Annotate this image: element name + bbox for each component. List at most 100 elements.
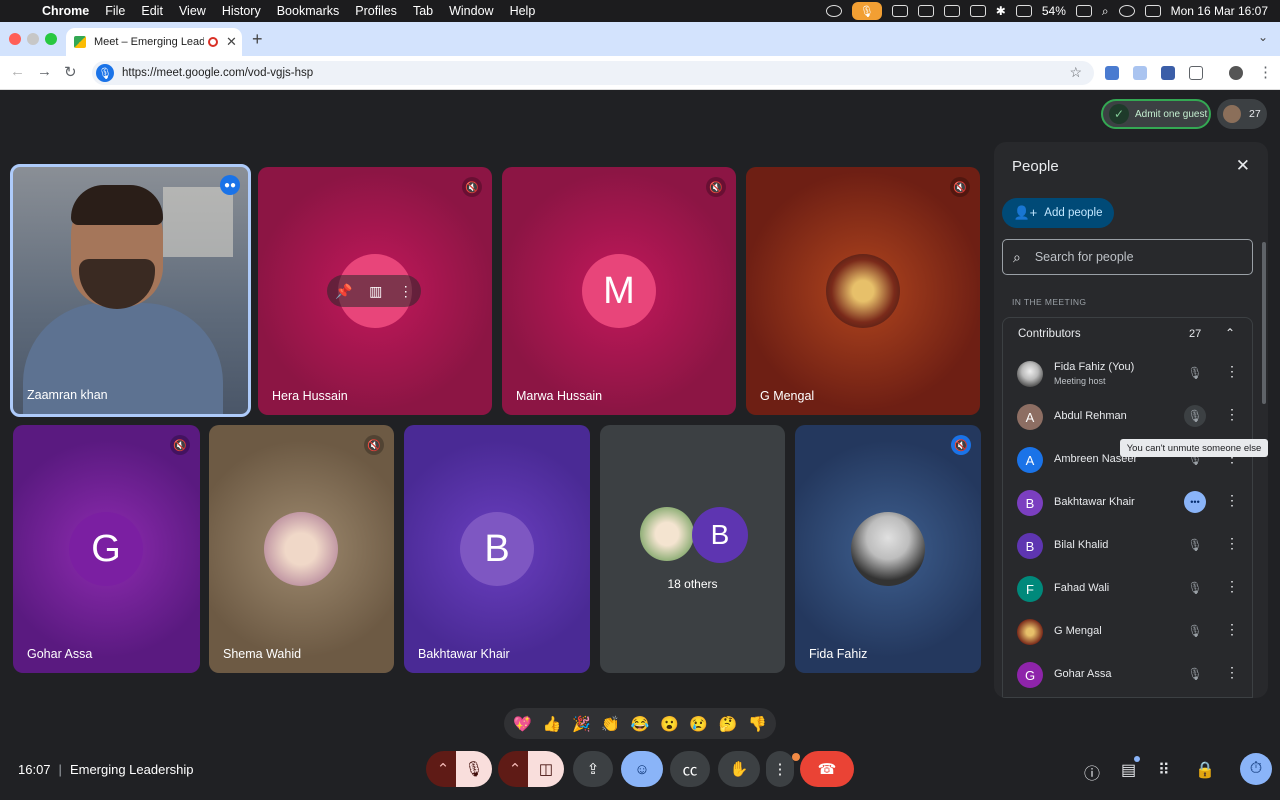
mic-in-use-icon[interactable]: 🎙 (851, 2, 882, 20)
mic-off-button[interactable]: 🎙 (456, 751, 492, 787)
timer-icon[interactable]: ⏱ (1240, 753, 1272, 785)
extension-icon-2[interactable] (1133, 66, 1147, 80)
video-tile-gohar[interactable]: G 🔇 Gohar Assa (13, 425, 200, 673)
url-text[interactable]: https://meet.google.com/vod-vgjs-hsp (122, 67, 313, 79)
mic-off-icon[interactable]: 🎙 (1184, 362, 1206, 384)
status-extra-icon[interactable] (891, 5, 908, 17)
browser-tab-meet[interactable]: Meet – Emerging Leaders ✕ (66, 28, 242, 56)
menu-history[interactable]: History (222, 4, 261, 18)
reaction-surprised[interactable]: 😮 (660, 715, 679, 733)
reaction-clap[interactable]: 👏 (601, 715, 620, 733)
video-tile-bakhtawar[interactable]: B Bakhtawar Khair (404, 425, 590, 673)
extension-icon-1[interactable] (1105, 66, 1119, 80)
reaction-sad[interactable]: 😢 (689, 715, 708, 733)
more-options-icon[interactable]: ⋮ (1225, 492, 1239, 509)
more-options-icon[interactable]: ⋮ (1225, 363, 1239, 380)
more-options-button[interactable]: ⋮ (766, 751, 794, 787)
window-minimize-button[interactable] (27, 33, 39, 45)
bluetooth-icon[interactable]: ✱ (996, 4, 1006, 18)
video-tile-shema[interactable]: 🔇 Shema Wahid (209, 425, 394, 673)
camera-off-button[interactable]: ◫ (528, 751, 564, 787)
reload-icon[interactable]: ↻ (64, 63, 77, 81)
reaction-heart[interactable]: 💖 (513, 715, 532, 733)
host-controls-icon[interactable]: 🔒 (1195, 760, 1215, 780)
video-tile-zaamran[interactable]: ●● Zaamran khan (10, 164, 251, 417)
leave-call-button[interactable]: ☎ (800, 751, 854, 787)
mute-participant-icon[interactable]: ▥ (369, 283, 382, 300)
participants-count-button[interactable]: 27 (1217, 99, 1267, 129)
status-extra-icon-2[interactable] (917, 5, 934, 17)
status-app-icon[interactable] (825, 5, 842, 17)
window-zoom-button[interactable] (45, 33, 57, 45)
search-people-box[interactable]: ⌕ (1002, 239, 1253, 275)
menu-profiles[interactable]: Profiles (355, 4, 397, 18)
captions-button[interactable]: ㏄ (670, 751, 710, 787)
menu-file[interactable]: File (105, 4, 125, 18)
mic-off-icon[interactable]: 🎙 (1184, 663, 1206, 685)
extension-icon-3[interactable] (1161, 66, 1175, 80)
more-options-icon[interactable]: ⋮ (1225, 578, 1239, 595)
pin-icon[interactable]: 📌 (335, 283, 352, 300)
meeting-details-icon[interactable]: ⓘ (1084, 760, 1100, 784)
present-screen-button[interactable]: ⇪ (573, 751, 613, 787)
new-tab-icon[interactable]: + (252, 29, 263, 50)
activities-icon[interactable]: ⠿ (1158, 760, 1170, 780)
speaking-indicator-icon[interactable]: ••• (1184, 491, 1206, 513)
reaction-party[interactable]: 🎉 (572, 715, 591, 733)
back-arrow-icon[interactable]: ← (10, 63, 25, 80)
reaction-thumbs-down[interactable]: 👎 (748, 715, 767, 733)
input-source-icon[interactable] (1015, 5, 1032, 17)
address-bar[interactable]: 🎙 https://meet.google.com/vod-vgjs-hsp ☆ (92, 61, 1094, 85)
reaction-laugh[interactable]: 😂 (631, 715, 650, 733)
tab-search-chevron-icon[interactable]: ⌄ (1258, 30, 1268, 44)
tab-close-icon[interactable]: ✕ (226, 34, 237, 50)
display-icon[interactable] (943, 5, 960, 17)
bookmark-star-icon[interactable]: ☆ (1069, 64, 1082, 81)
more-options-icon[interactable]: ⋮ (1225, 535, 1239, 552)
window-close-button[interactable] (9, 33, 21, 45)
reactions-button[interactable]: ☺ (621, 751, 663, 787)
site-mic-icon[interactable]: 🎙 (96, 64, 114, 82)
reaction-thinking[interactable]: 🤔 (719, 715, 738, 733)
video-options-chevron[interactable]: ⌃ (498, 751, 532, 787)
chat-icon[interactable]: ▤ (1121, 760, 1136, 780)
people-scrollbar[interactable] (1262, 242, 1266, 404)
reaction-thumbs-up[interactable]: 👍 (543, 715, 562, 733)
forward-arrow-icon[interactable]: → (37, 63, 52, 80)
mic-off-icon[interactable]: 🎙 (1184, 577, 1206, 599)
menu-app-chrome[interactable]: Chrome (42, 4, 89, 18)
more-options-icon[interactable]: ⋮ (1225, 664, 1239, 681)
extensions-puzzle-icon[interactable] (1189, 66, 1203, 80)
video-tile-marwa[interactable]: M 🔇 Marwa Hussain (502, 167, 736, 415)
siri-icon[interactable] (1118, 5, 1135, 17)
audio-options-chevron[interactable]: ⌃ (426, 751, 460, 787)
menubar-datetime[interactable]: Mon 16 Mar 16:07 (1171, 4, 1268, 18)
chrome-menu-icon[interactable]: ⋮ (1258, 63, 1273, 81)
spotlight-icon[interactable]: ⌕ (1102, 4, 1109, 19)
mic-off-icon[interactable]: 🎙 (1184, 534, 1206, 556)
menu-edit[interactable]: Edit (141, 4, 163, 18)
wifi-icon[interactable] (969, 5, 986, 17)
close-icon[interactable]: ✕ (1236, 156, 1250, 176)
menu-bookmarks[interactable]: Bookmarks (277, 4, 340, 18)
control-center-icon[interactable] (1144, 5, 1161, 17)
admit-guest-button[interactable]: ✓ Admit one guest (1101, 99, 1211, 129)
battery-icon[interactable] (1075, 5, 1092, 17)
more-options-icon[interactable]: ⋮ (399, 283, 413, 300)
profile-avatar[interactable] (1229, 66, 1243, 80)
video-tile-others[interactable]: B 18 others (600, 425, 785, 673)
menu-view[interactable]: View (179, 4, 206, 18)
raise-hand-button[interactable]: ✋ (718, 751, 760, 787)
group-title[interactable]: Contributors (1018, 328, 1081, 340)
add-people-button[interactable]: 👤+ Add people (1002, 198, 1114, 228)
mic-off-icon[interactable]: 🎙 (1184, 620, 1206, 642)
more-options-icon[interactable]: ⋮ (1225, 621, 1239, 638)
video-tile-fida[interactable]: 🔇 Fida Fahiz (795, 425, 981, 673)
video-tile-g-mengal[interactable]: 🔇 G Mengal (746, 167, 980, 415)
more-options-icon[interactable]: ⋮ (1225, 406, 1239, 423)
menu-tab[interactable]: Tab (413, 4, 433, 18)
collapse-chevron-icon[interactable]: ⌃ (1225, 326, 1235, 340)
mic-off-icon[interactable]: 🎙 (1184, 405, 1206, 427)
menu-window[interactable]: Window (449, 4, 493, 18)
menu-help[interactable]: Help (510, 4, 536, 18)
